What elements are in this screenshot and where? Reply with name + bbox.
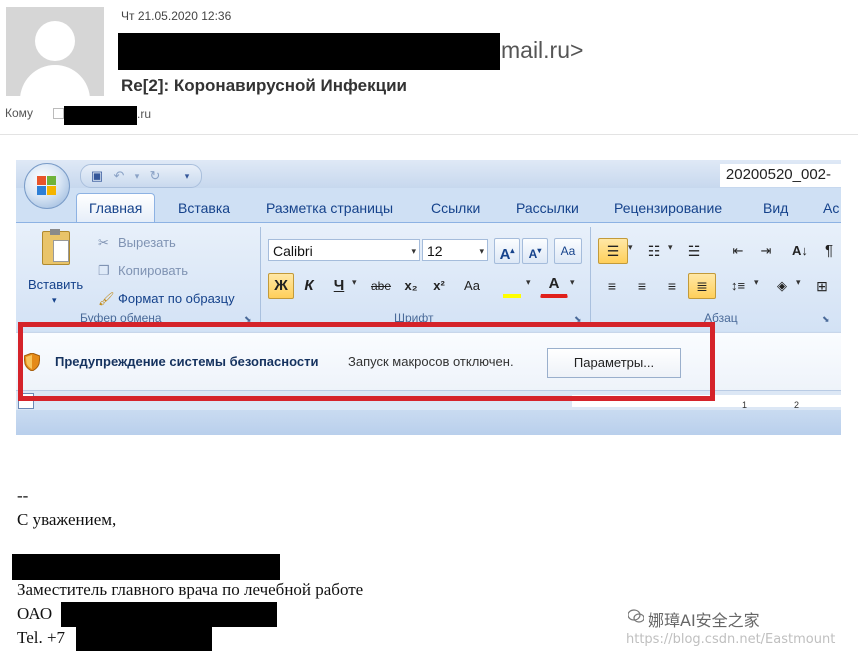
numbering-icon[interactable]: ☷ bbox=[640, 238, 668, 264]
font-color-dropdown-icon[interactable]: ▾ bbox=[570, 277, 575, 288]
office-button[interactable] bbox=[24, 163, 70, 209]
multilevel-list-icon[interactable]: ☱ bbox=[680, 238, 708, 264]
tab-insert[interactable]: Вставка bbox=[178, 200, 230, 216]
ruler-tick-2: 2 bbox=[794, 400, 800, 410]
tab-home[interactable]: Главная bbox=[76, 193, 156, 222]
bullets-dropdown-icon[interactable]: ▾ bbox=[628, 242, 633, 253]
signature-dashes: -- bbox=[17, 486, 29, 505]
highlight-dropdown-icon[interactable]: ▾ bbox=[526, 277, 531, 288]
decrease-indent-icon[interactable]: ⇤ bbox=[724, 238, 752, 264]
redacted-name bbox=[12, 554, 280, 580]
cut-icon: ✂ bbox=[98, 235, 109, 250]
format-painter-icon: 🖌 bbox=[98, 291, 115, 306]
font-name-dropdown-icon[interactable]: ▾ bbox=[411, 240, 416, 262]
clear-formatting-button[interactable]: Aa bbox=[554, 238, 582, 264]
superscript-button[interactable]: x² bbox=[426, 273, 452, 299]
recipient-domain: .ru bbox=[137, 107, 152, 121]
font-size-value: 12 bbox=[427, 243, 443, 259]
sender-domain: mail.ru> bbox=[501, 37, 584, 63]
shrink-font-button[interactable]: A▾ bbox=[522, 238, 548, 264]
quick-access-toolbar: ▣ ↶ ▾ ↻ ▾ bbox=[80, 164, 202, 188]
ribbon: Вставить ▾ ✂ Вырезать ❐ Копировать 🖌 Фор… bbox=[16, 222, 841, 331]
increase-indent-icon[interactable]: ⇥ bbox=[752, 238, 780, 264]
font-name-combo[interactable]: Calibri ▾ bbox=[268, 239, 420, 261]
copy-button[interactable]: Копировать bbox=[118, 263, 188, 278]
save-icon[interactable]: ▣ bbox=[89, 168, 105, 184]
subscript-button[interactable]: x₂ bbox=[398, 273, 424, 299]
watermark-text: 娜璋AI安全之家 bbox=[648, 611, 760, 630]
strikethrough-button[interactable]: abe bbox=[366, 273, 396, 299]
ruler-tick-1: 1 bbox=[742, 400, 748, 410]
line-spacing-dropdown-icon[interactable]: ▾ bbox=[754, 277, 759, 288]
signature-phone: Tel. +7 bbox=[17, 628, 66, 647]
redo-icon[interactable]: ↻ bbox=[147, 168, 163, 184]
redacted-recipient bbox=[64, 106, 137, 125]
align-right-icon[interactable]: ≡ bbox=[658, 273, 686, 299]
signature-position: Заместитель главного врача по лечебной р… bbox=[17, 580, 364, 599]
customize-qat-icon[interactable]: ▾ bbox=[179, 168, 195, 184]
email-date: Чт 21.05.2020 12:36 bbox=[121, 9, 232, 23]
bullets-icon[interactable]: ☰ bbox=[598, 238, 628, 264]
sender-avatar bbox=[6, 7, 104, 96]
recipient-checkbox[interactable] bbox=[53, 108, 64, 119]
paragraph-launcher-icon[interactable]: ⬊ bbox=[822, 314, 830, 325]
highlight-icon[interactable] bbox=[498, 273, 526, 299]
undo-dropdown-icon[interactable]: ▾ bbox=[129, 168, 145, 184]
red-highlight-box bbox=[18, 322, 715, 401]
document-area bbox=[16, 410, 841, 435]
line-spacing-icon[interactable]: ↕≡ bbox=[722, 273, 754, 299]
borders-icon[interactable]: ⊞ bbox=[808, 273, 836, 299]
office-logo-icon bbox=[37, 176, 57, 196]
tab-addins[interactable]: Ас bbox=[823, 200, 839, 216]
paste-icon[interactable] bbox=[42, 229, 70, 265]
underline-button[interactable]: Ч bbox=[326, 273, 352, 299]
font-size-dropdown-icon[interactable]: ▾ bbox=[479, 240, 484, 262]
redacted-phone bbox=[76, 626, 212, 651]
align-center-icon[interactable]: ≡ bbox=[628, 273, 656, 299]
tab-view[interactable]: Вид bbox=[763, 200, 788, 216]
sort-icon[interactable]: A↓ bbox=[786, 238, 814, 264]
shading-icon[interactable]: ◈ bbox=[768, 273, 796, 299]
cut-button[interactable]: Вырезать bbox=[118, 235, 176, 250]
ribbon-tabs: Главная Вставка Разметка страницы Ссылки… bbox=[16, 192, 841, 222]
font-color-icon[interactable]: A bbox=[540, 273, 568, 298]
justify-icon[interactable]: ≣ bbox=[688, 273, 716, 299]
paste-dropdown-icon[interactable]: ▾ bbox=[52, 295, 57, 306]
font-group: Calibri ▾ 12 ▾ A▴ A▾ Aa Ж К Ч ▾ abe x₂ x… bbox=[264, 227, 591, 327]
align-left-icon[interactable]: ≡ bbox=[598, 273, 626, 299]
paragraph-group: ☰ ▾ ☷ ▾ ☱ ⇤ ⇥ A↓ ¶ ≡ ≡ ≡ ≣ ↕≡ ▾ ◈ ▾ ⊞ Аб… bbox=[594, 227, 841, 327]
paste-button[interactable]: Вставить bbox=[28, 277, 83, 292]
redacted-sender-name bbox=[118, 33, 500, 70]
shading-dropdown-icon[interactable]: ▾ bbox=[796, 277, 801, 288]
document-title: 20200520_002- bbox=[719, 164, 841, 187]
embedded-word-screenshot: ▣ ↶ ▾ ↻ ▾ 20200520_002- Главная Вставка … bbox=[16, 160, 841, 435]
clipboard-group: Вставить ▾ ✂ Вырезать ❐ Копировать 🖌 Фор… bbox=[20, 227, 261, 327]
show-marks-icon[interactable]: ¶ bbox=[816, 238, 841, 264]
tab-review[interactable]: Рецензирование bbox=[614, 200, 722, 216]
wechat-icon bbox=[628, 609, 644, 623]
format-painter-button[interactable]: Формат по образцу bbox=[118, 291, 235, 306]
change-case-button[interactable]: Aa bbox=[454, 273, 490, 299]
bold-button[interactable]: Ж bbox=[268, 273, 294, 299]
numbering-dropdown-icon[interactable]: ▾ bbox=[668, 242, 673, 253]
underline-dropdown-icon[interactable]: ▾ bbox=[352, 277, 357, 288]
signature-greeting: С уважением, bbox=[17, 510, 117, 529]
email-subject: Re[2]: Коронавирусной Инфекции bbox=[121, 76, 407, 95]
avatar-body-shape bbox=[20, 65, 90, 96]
copy-icon: ❐ bbox=[98, 263, 110, 278]
tab-mailings[interactable]: Рассылки bbox=[516, 200, 579, 216]
tab-references[interactable]: Ссылки bbox=[431, 200, 480, 216]
avatar-head-shape bbox=[35, 21, 75, 61]
italic-button[interactable]: К bbox=[296, 273, 322, 299]
font-name-value: Calibri bbox=[273, 243, 313, 259]
font-size-combo[interactable]: 12 ▾ bbox=[422, 239, 488, 261]
signature-org: ОАО bbox=[17, 604, 53, 623]
tab-page-layout[interactable]: Разметка страницы bbox=[266, 200, 393, 216]
undo-icon[interactable]: ↶ bbox=[111, 168, 127, 184]
to-label: Кому bbox=[5, 106, 34, 120]
header-divider bbox=[0, 134, 858, 135]
watermark-url: https://blog.csdn.net/Eastmount bbox=[626, 632, 836, 647]
redacted-org bbox=[61, 602, 277, 627]
grow-font-button[interactable]: A▴ bbox=[494, 238, 520, 264]
